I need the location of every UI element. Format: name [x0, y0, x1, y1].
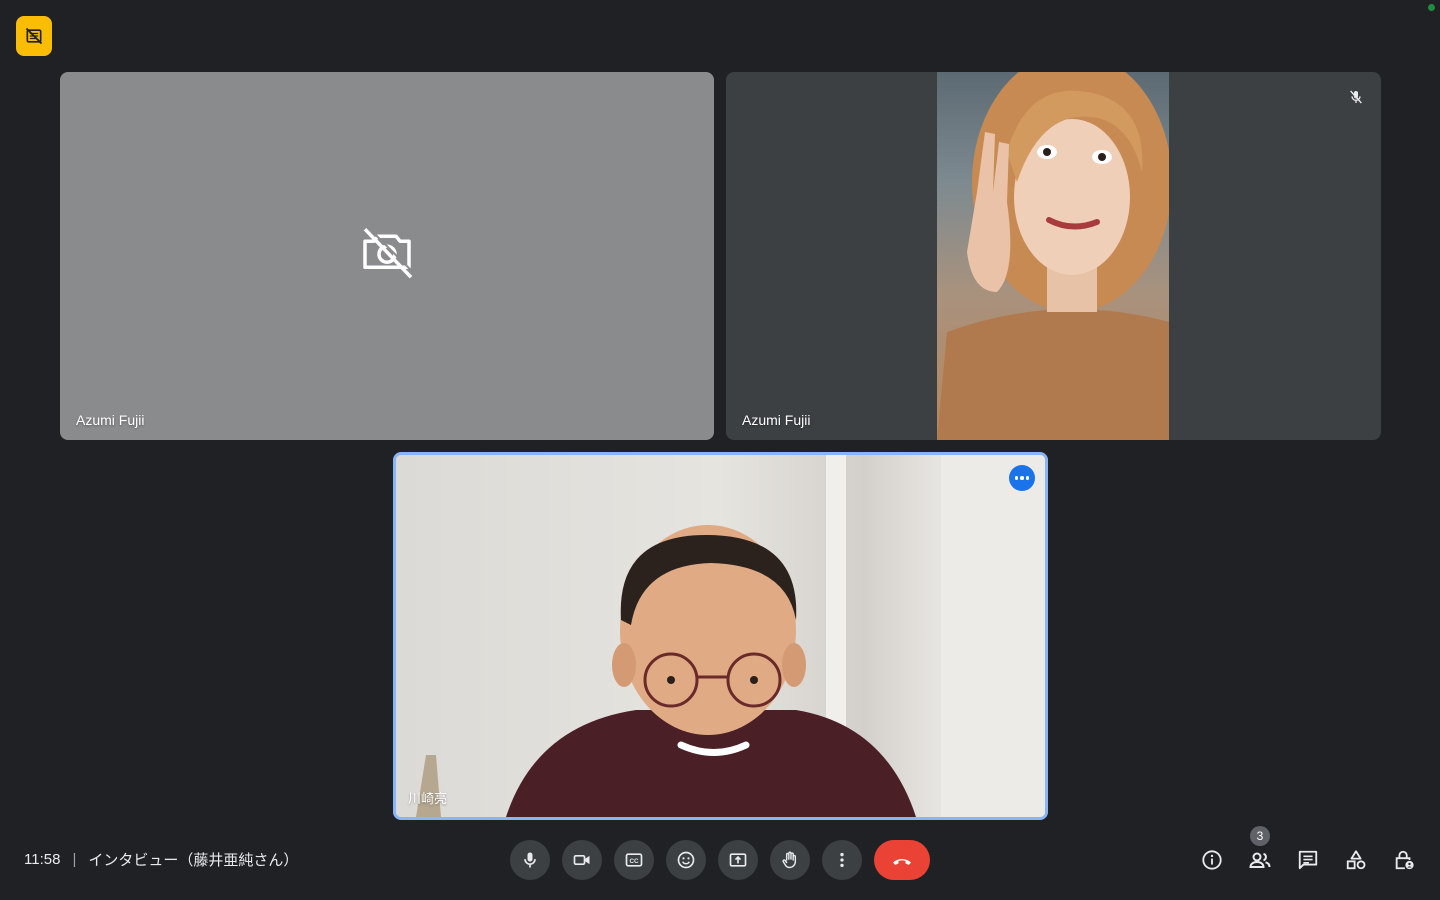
participant-name: Azumi Fujii — [76, 412, 145, 428]
dot-icon — [1014, 476, 1019, 480]
captions-button[interactable]: CC — [614, 840, 654, 880]
participant-tile[interactable]: Azumi Fujii — [726, 72, 1381, 440]
camera-button[interactable] — [562, 840, 602, 880]
side-controls: 3 — [1192, 826, 1424, 880]
people-count-badge: 3 — [1250, 826, 1270, 846]
people-button[interactable]: 3 — [1240, 826, 1280, 880]
svg-text:CC: CC — [629, 858, 639, 865]
dot-icon — [1025, 476, 1030, 480]
call-end-icon — [893, 859, 911, 865]
reactions-button[interactable] — [666, 840, 706, 880]
mic-icon — [524, 852, 536, 868]
meeting-badge[interactable] — [16, 16, 52, 56]
closed-caption-icon: CC — [625, 853, 643, 867]
present-screen-icon — [729, 853, 747, 867]
lock-person-icon — [1395, 850, 1414, 870]
info-icon — [1202, 850, 1222, 870]
participant-name: 川崎亮 — [408, 791, 448, 806]
chat-button[interactable] — [1288, 840, 1328, 880]
meeting-time: 11:58 — [24, 850, 61, 868]
mic-muted-icon — [1345, 86, 1367, 108]
hand-icon — [782, 851, 797, 869]
people-icon — [1249, 852, 1271, 868]
participant-name: Azumi Fujii — [742, 412, 811, 428]
call-controls: CC — [510, 839, 930, 881]
more-options-button[interactable] — [822, 840, 862, 880]
activities-button[interactable] — [1336, 840, 1376, 880]
dot-icon — [1020, 476, 1024, 480]
participant-video — [396, 455, 1045, 817]
videocam-icon — [573, 855, 590, 865]
emoji-icon — [677, 851, 695, 869]
recording-indicator — [1428, 4, 1435, 11]
present-button[interactable] — [718, 840, 758, 880]
participant-tile[interactable]: Azumi Fujii — [60, 72, 714, 440]
leave-call-button[interactable] — [874, 840, 930, 880]
more-vert-icon — [840, 852, 844, 868]
microphone-button[interactable] — [510, 840, 550, 880]
active-speaker-tile[interactable]: 川崎亮 — [393, 452, 1048, 820]
meeting-details-button[interactable] — [1192, 840, 1232, 880]
meeting-title[interactable]: インタビュー（藤井亜純さん） — [88, 849, 298, 870]
activities-icon — [1346, 850, 1366, 870]
tile-more-options-button[interactable] — [1009, 465, 1035, 491]
separator: | — [72, 850, 77, 868]
participant-video — [937, 72, 1169, 440]
meeting-info: 11:58 | インタビュー（藤井亜純さん） — [24, 848, 298, 870]
no-recording-icon — [25, 27, 43, 45]
camera-off-icon — [363, 226, 415, 279]
raise-hand-button[interactable] — [770, 840, 810, 880]
host-controls-button[interactable] — [1384, 840, 1424, 880]
chat-icon — [1298, 850, 1318, 870]
